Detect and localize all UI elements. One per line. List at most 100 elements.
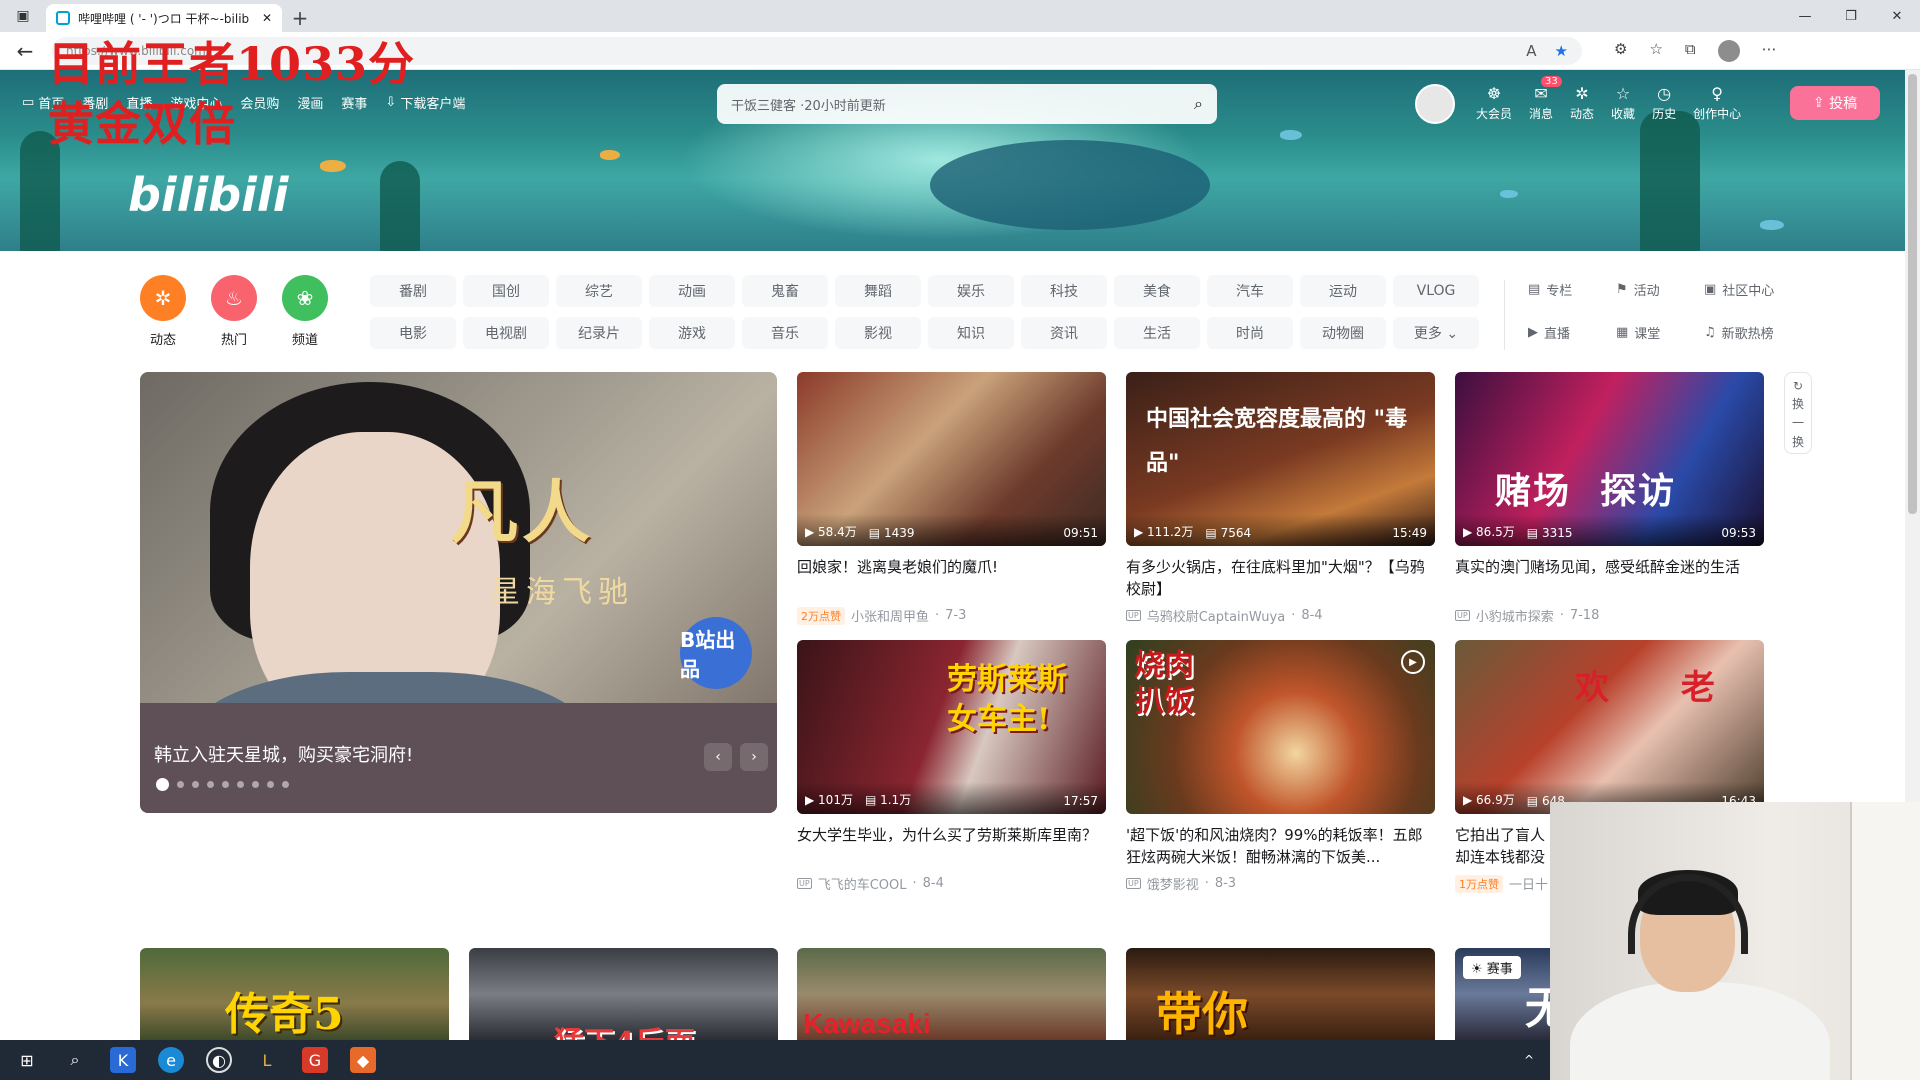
category-19[interactable]: 资讯 — [1021, 317, 1107, 349]
category-20[interactable]: 生活 — [1114, 317, 1200, 349]
video-card[interactable]: 烧肉 扒饭 ▶ '超下饭'的和风油烧肉？99%的耗饭率！五郎狂炫两碗大米饭！酣畅… — [1126, 640, 1435, 893]
app-circle-icon[interactable]: ◐ — [206, 1047, 232, 1073]
nav-esports[interactable]: 赛事 — [341, 93, 367, 112]
category-18[interactable]: 知识 — [928, 317, 1014, 349]
nav-messages[interactable]: 33 ✉ 消息 — [1529, 76, 1562, 122]
video-thumbnail[interactable]: Kawasaki — [797, 948, 1106, 1040]
category-3[interactable]: 动画 — [649, 275, 735, 307]
refresh-button[interactable]: ↻ 换 一 换 — [1784, 372, 1812, 454]
app-orange-icon[interactable]: ◆ — [350, 1047, 376, 1073]
close-tab-icon[interactable]: ✕ — [262, 11, 272, 25]
favorites-icon[interactable]: ☆ — [1649, 40, 1662, 62]
quick-feed[interactable]: ✲ 动态 — [140, 275, 186, 348]
category-9[interactable]: 汽车 — [1207, 275, 1293, 307]
video-card[interactable]: ▶ 58.4万 ▤ 1439 09:51 回娘家！逃离臭老娘们的魔爪! 2万点赞 小张… — [797, 372, 1106, 625]
category-22[interactable]: 动物圈 — [1300, 317, 1386, 349]
nav-vip[interactable]: ☸ 大会员 — [1476, 84, 1512, 122]
minimize-icon[interactable]: — — [1782, 0, 1828, 32]
category-21[interactable]: 时尚 — [1207, 317, 1293, 349]
link-column[interactable]: ▤ 专栏 — [1528, 280, 1606, 299]
quick-hot[interactable]: ♨ 热门 — [211, 275, 257, 348]
video-card[interactable]: 劳斯莱斯 女车主! ▶ 101万 ▤ 1.1万 17:57 女大学生毕业，为什么买了… — [797, 640, 1106, 893]
category-12[interactable]: 电影 — [370, 317, 456, 349]
nav-manga[interactable]: 漫画 — [297, 93, 323, 112]
video-card[interactable]: 赌场 探访 ▶ 86.5万 ▤ 3315 09:53 真实的澳门赌场见闻，感受纸醉金… — [1455, 372, 1764, 625]
featured-carousel[interactable]: 凡人 星海飞驰 B站出品 韩立入驻天星城，购买豪宅洞府! ‹ › — [140, 372, 777, 813]
video-thumbnail[interactable]: 劳斯莱斯 女车主! ▶ 101万 ▤ 1.1万 17:57 — [797, 640, 1106, 814]
category-16[interactable]: 音乐 — [742, 317, 828, 349]
uploader[interactable]: 一日十 — [1509, 874, 1548, 893]
nav-download-client[interactable]: ⇩ 下载客户端 — [385, 93, 465, 112]
category-13[interactable]: 电视剧 — [463, 317, 549, 349]
extensions-icon[interactable]: ⚙ — [1614, 40, 1627, 62]
link-activity[interactable]: ⚑ 活动 — [1616, 280, 1694, 299]
video-title[interactable]: 回娘家！逃离臭老娘们的魔爪! — [797, 556, 1106, 600]
nav-feed[interactable]: ✲ 动态 — [1570, 84, 1594, 122]
tab-actions-icon[interactable]: ▣ — [0, 0, 46, 32]
video-thumbnail[interactable]: 赌场 探访 ▶ 86.5万 ▤ 3315 09:53 — [1455, 372, 1764, 546]
video-thumbnail[interactable]: 带你 — [1126, 948, 1435, 1040]
nav-favorites[interactable]: ☆ 收藏 — [1611, 84, 1635, 122]
search-input[interactable]: 干饭三健客 ·20小时前更新 ⌕ — [717, 84, 1217, 124]
link-classroom[interactable]: ▦ 课堂 — [1616, 323, 1694, 342]
upload-button[interactable]: ⇪ 投稿 — [1790, 86, 1880, 120]
nav-mall[interactable]: 会员购 — [240, 93, 279, 112]
category-4[interactable]: 鬼畜 — [742, 275, 828, 307]
video-thumbnail[interactable]: 烧肉 扒饭 ▶ — [1126, 640, 1435, 814]
video-title[interactable]: 有多少火锅店，在往底料里加"大烟"？【乌鸦校尉】 — [1126, 556, 1435, 600]
video-thumbnail[interactable]: 传奇5 — [140, 948, 449, 1040]
category-14[interactable]: 纪录片 — [556, 317, 642, 349]
category-2[interactable]: 综艺 — [556, 275, 642, 307]
category-10[interactable]: 运动 — [1300, 275, 1386, 307]
search-icon[interactable]: ⌕ — [62, 1047, 88, 1073]
search-icon[interactable]: ⌕ — [1194, 94, 1203, 114]
link-community[interactable]: ▣ 社区中心 — [1704, 280, 1782, 299]
category-23[interactable]: 更多 ⌄ — [1393, 317, 1479, 349]
uploader[interactable]: 饿梦影视 — [1147, 874, 1199, 893]
league-icon[interactable]: L — [254, 1047, 280, 1073]
uploader[interactable]: 小张和周甲鱼 — [851, 606, 929, 625]
category-7[interactable]: 科技 — [1021, 275, 1107, 307]
video-title[interactable]: '超下饭'的和风油烧肉？99%的耗饭率！五郎狂炫两碗大米饭！酣畅淋漓的下饭美..… — [1126, 824, 1435, 868]
app-k-icon[interactable]: K — [110, 1047, 136, 1073]
category-8[interactable]: 美食 — [1114, 275, 1200, 307]
edge-browser-icon[interactable]: e — [158, 1047, 184, 1073]
close-window-icon[interactable]: ✕ — [1874, 0, 1920, 32]
favorite-star-icon[interactable]: ★ — [1555, 42, 1568, 60]
video-thumbnail[interactable]: 猛下4斤面 — [469, 948, 778, 1040]
quick-channel[interactable]: ❀ 频道 — [282, 275, 328, 348]
carousel-prev-button[interactable]: ‹ — [704, 743, 732, 771]
uploader[interactable]: 小豹城市探索 — [1476, 606, 1554, 625]
profile-avatar[interactable] — [1717, 39, 1740, 62]
carousel-next-button[interactable]: › — [740, 743, 768, 771]
nav-history[interactable]: ◷ 历史 — [1652, 84, 1676, 122]
video-thumbnail[interactable]: 中国社会宽容度最高的 "毒品" ▶ 111.2万 ▤ 7564 15:49 — [1126, 372, 1435, 546]
video-title[interactable]: 真实的澳门赌场见闻，感受纸醉金迷的生活 — [1455, 556, 1764, 600]
video-card[interactable]: 中国社会宽容度最高的 "毒品" ▶ 111.2万 ▤ 7564 15:49 有多少火… — [1126, 372, 1435, 625]
play-icon[interactable]: ▶ — [1401, 650, 1425, 674]
uploader[interactable]: 飞飞的车COOL — [818, 874, 907, 893]
category-5[interactable]: 舞蹈 — [835, 275, 921, 307]
user-avatar[interactable] — [1415, 84, 1455, 124]
more-menu-icon[interactable]: ⋯ — [1762, 40, 1777, 62]
category-1[interactable]: 国创 — [463, 275, 549, 307]
carousel-caption[interactable]: 韩立入驻天星城，购买豪宅洞府! — [154, 741, 413, 767]
read-aloud-icon[interactable]: A — [1526, 42, 1536, 60]
link-music-chart[interactable]: ♫ 新歌热榜 — [1704, 323, 1782, 342]
category-11[interactable]: VLOG — [1393, 275, 1479, 307]
bilibili-logo[interactable]: bilibili — [128, 168, 288, 222]
back-icon[interactable]: ← — [10, 39, 40, 63]
carousel-dots[interactable] — [156, 778, 289, 791]
video-thumbnail[interactable]: ▶ 58.4万 ▤ 1439 09:51 — [797, 372, 1106, 546]
nav-creator-center[interactable]: ♀ 创作中心 — [1693, 84, 1741, 122]
link-live[interactable]: ▶ 直播 — [1528, 323, 1606, 342]
uploader[interactable]: 乌鸦校尉CaptainWuya — [1147, 606, 1286, 625]
video-thumbnail[interactable]: 欢 老 ▶ 66.9万 ▤ 648 16:43 — [1455, 640, 1764, 814]
category-15[interactable]: 游戏 — [649, 317, 735, 349]
category-17[interactable]: 影视 — [835, 317, 921, 349]
app-g-icon[interactable]: G — [302, 1047, 328, 1073]
video-title[interactable]: 女大学生毕业，为什么买了劳斯莱斯库里南？ — [797, 824, 1106, 868]
category-0[interactable]: 番剧 — [370, 275, 456, 307]
tray-caret-icon[interactable]: ^ — [1524, 1053, 1534, 1067]
category-6[interactable]: 娱乐 — [928, 275, 1014, 307]
